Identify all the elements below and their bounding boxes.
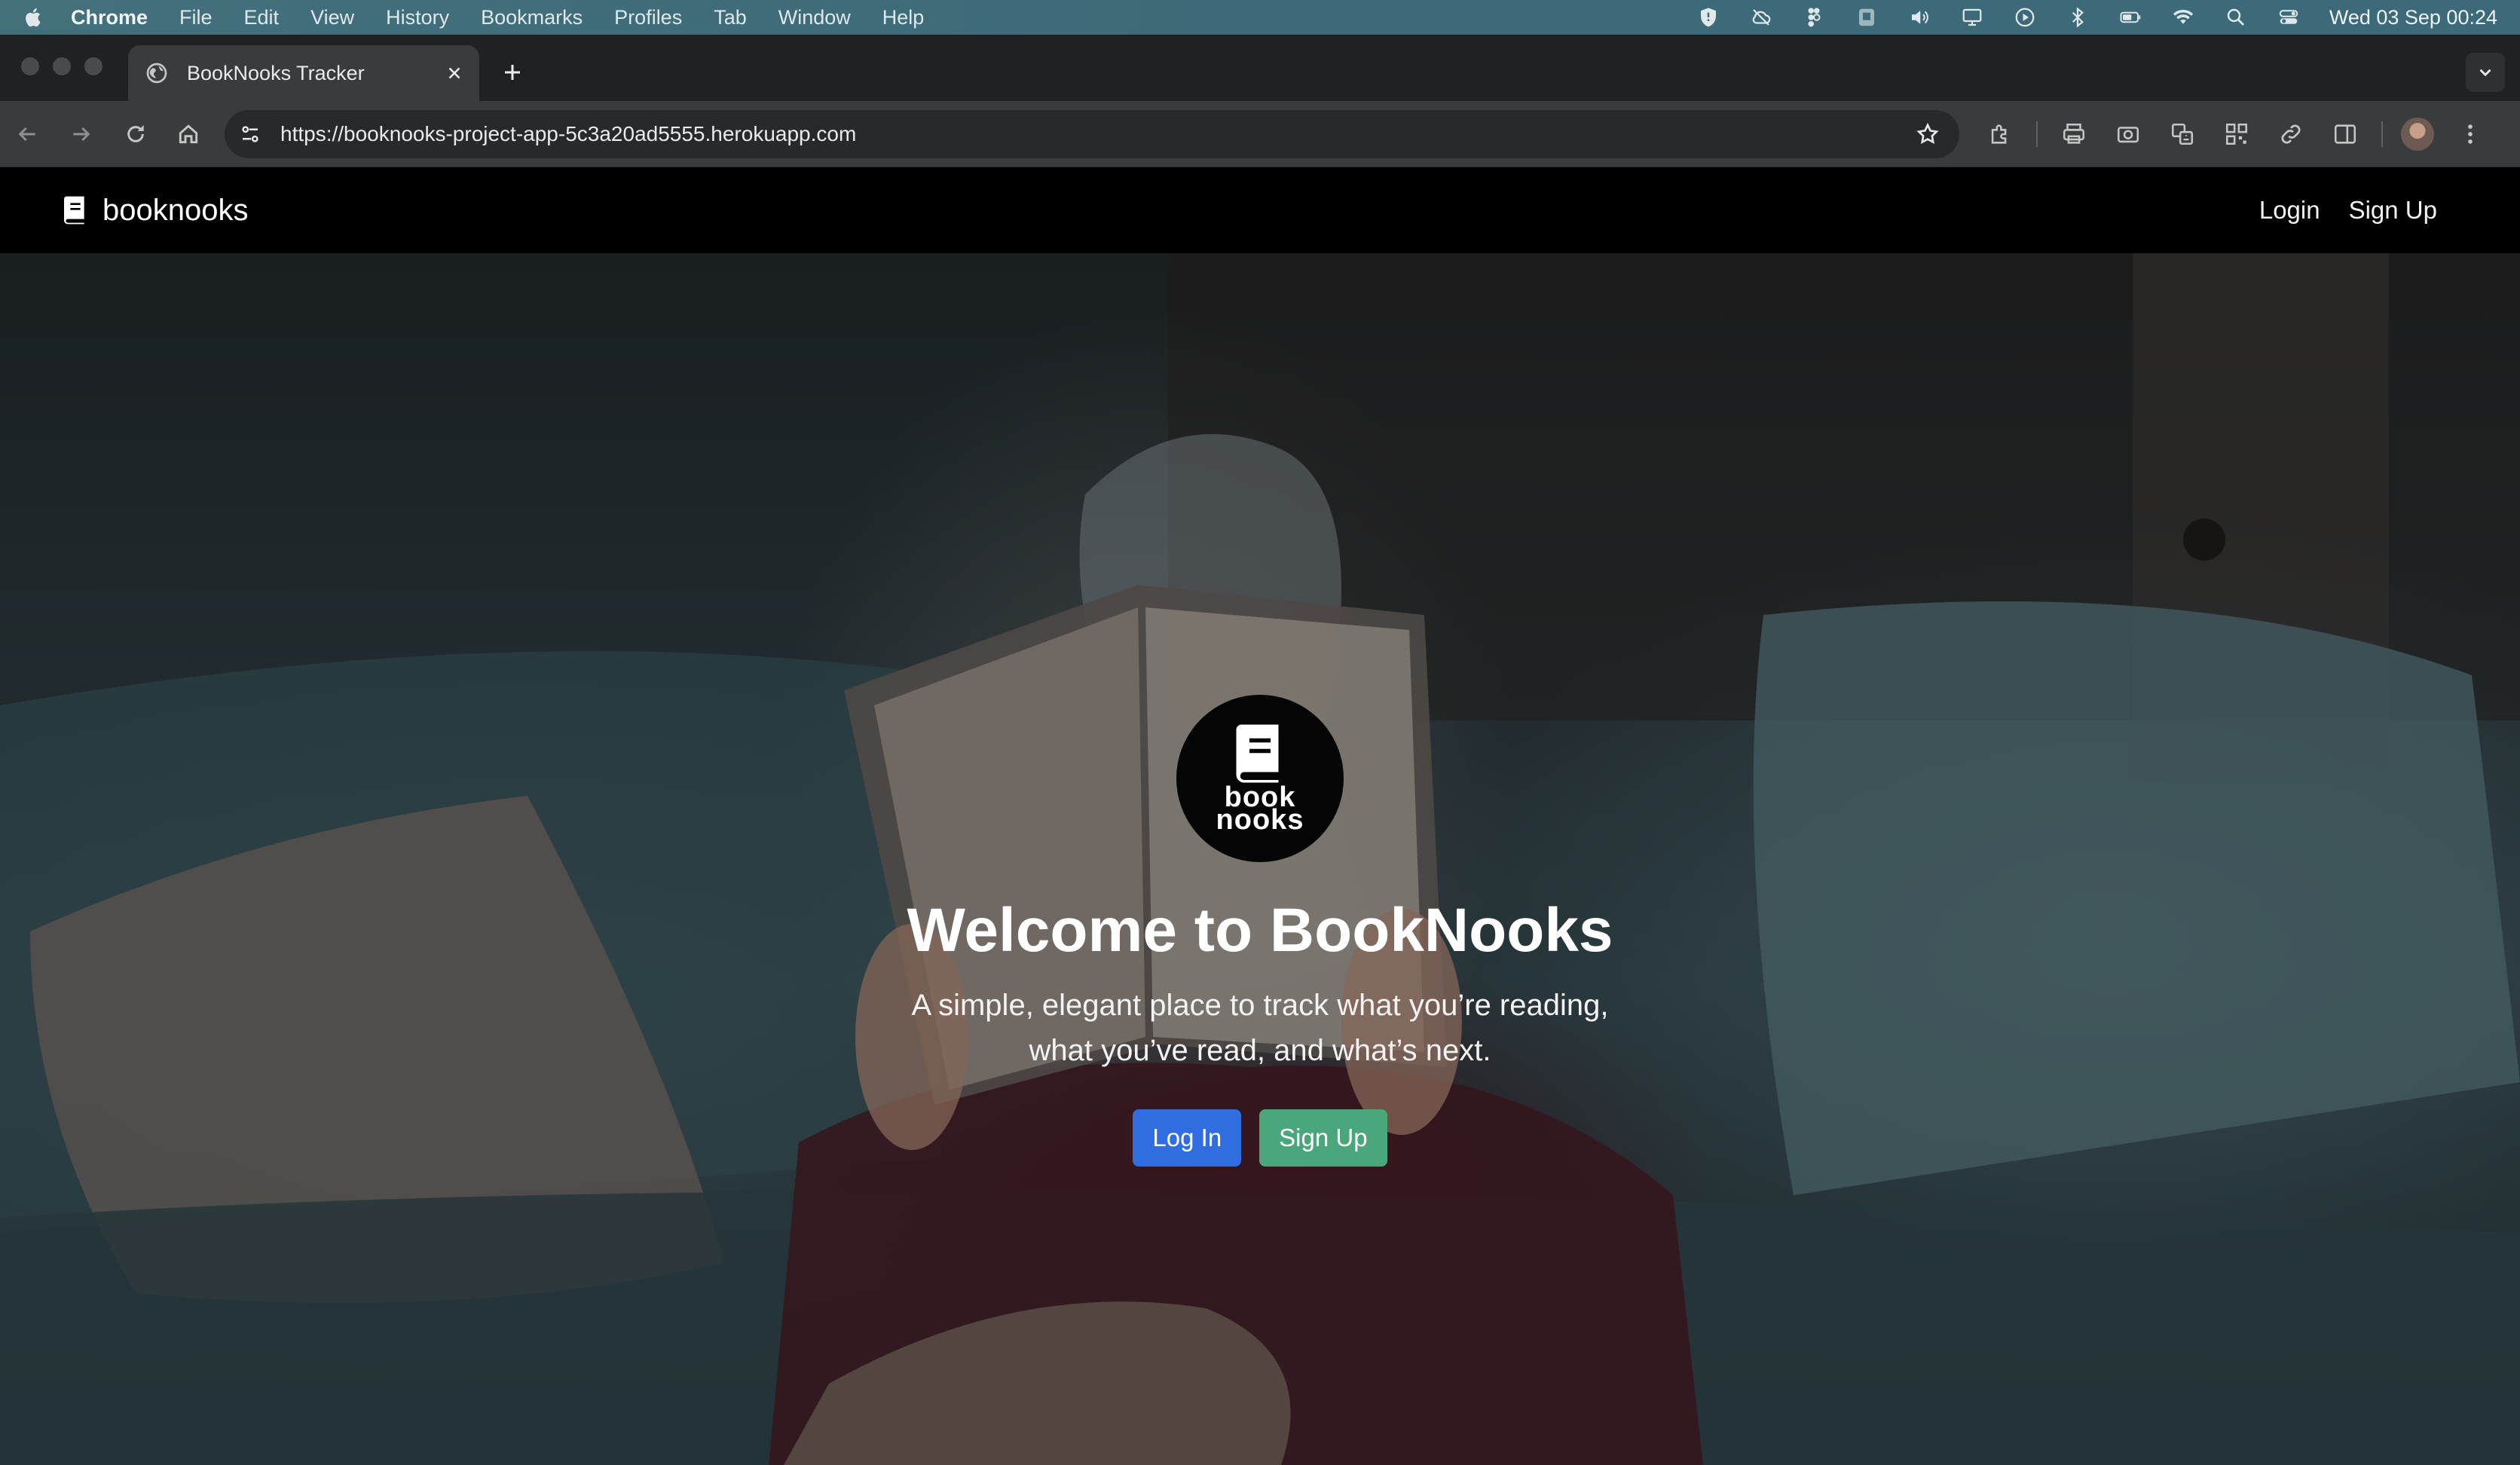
minimize-window-button[interactable] bbox=[53, 57, 71, 75]
volume-icon[interactable] bbox=[1904, 5, 1934, 30]
copy-link-icon[interactable] bbox=[2273, 116, 2309, 152]
signup-button[interactable]: Sign Up bbox=[1259, 1109, 1387, 1167]
translate-icon[interactable] bbox=[2164, 116, 2200, 152]
booknooks-logo: book nooks bbox=[1176, 695, 1344, 862]
new-tab-plus-icon[interactable] bbox=[497, 57, 528, 87]
browser-toolbar: https://booknooks-project-app-5c3a20ad55… bbox=[0, 101, 2520, 167]
login-button[interactable]: Log In bbox=[1133, 1109, 1242, 1167]
play-icon[interactable] bbox=[2010, 5, 2040, 30]
nav-login-link[interactable]: Login bbox=[2259, 196, 2320, 225]
url-text[interactable]: https://booknooks-project-app-5c3a20ad55… bbox=[280, 122, 1913, 146]
tab-search-chevron-down-icon[interactable] bbox=[2466, 53, 2505, 92]
browser-tab-strip: BookNooks Tracker bbox=[0, 35, 2520, 101]
home-icon[interactable] bbox=[172, 118, 205, 151]
print-icon[interactable] bbox=[2056, 116, 2092, 152]
nav-signup-link[interactable]: Sign Up bbox=[2349, 196, 2437, 225]
close-tab-icon[interactable] bbox=[443, 62, 466, 84]
toolbar-divider bbox=[2036, 121, 2038, 147]
bookmark-star-icon[interactable] bbox=[1913, 119, 1943, 149]
logo-book-icon bbox=[1236, 724, 1279, 783]
wifi-icon[interactable] bbox=[2168, 5, 2198, 30]
active-tab[interactable]: BookNooks Tracker bbox=[128, 45, 479, 101]
menu-bar-clock[interactable]: Wed 03 Sep 00:24 bbox=[2329, 6, 2497, 29]
cloud-sync-icon[interactable] bbox=[1746, 5, 1776, 30]
forward-arrow-icon[interactable] bbox=[65, 118, 98, 151]
back-arrow-icon[interactable] bbox=[11, 118, 44, 151]
hero-content: book nooks Welcome to BookNooks A simple… bbox=[0, 253, 2520, 1465]
menu-window[interactable]: Window bbox=[778, 6, 851, 29]
figma-icon[interactable] bbox=[1799, 5, 1829, 30]
reading-mode-icon[interactable] bbox=[2327, 116, 2363, 152]
extensions-puzzle-icon[interactable] bbox=[1982, 116, 2018, 152]
more-menu-vertical-dots-icon[interactable] bbox=[2452, 116, 2488, 152]
globe-favicon-icon bbox=[146, 63, 167, 84]
menu-help[interactable]: Help bbox=[882, 6, 925, 29]
hero-subtitle: A simple, elegant place to track what yo… bbox=[883, 983, 1637, 1073]
apple-logo-icon[interactable] bbox=[23, 6, 45, 29]
site-navbar: booknooks Login Sign Up bbox=[0, 167, 2520, 253]
toolbar-divider bbox=[2381, 121, 2383, 147]
menu-tab[interactable]: Tab bbox=[714, 6, 747, 29]
menu-view[interactable]: View bbox=[310, 6, 354, 29]
spotlight-search-icon[interactable] bbox=[2221, 5, 2251, 30]
display-icon[interactable] bbox=[1957, 5, 1987, 30]
menu-bookmarks[interactable]: Bookmarks bbox=[481, 6, 583, 29]
profile-avatar[interactable] bbox=[2401, 118, 2434, 151]
nav-links: Login Sign Up bbox=[2231, 196, 2437, 225]
hero-subtitle-line-1: A simple, elegant place to track what yo… bbox=[911, 989, 1609, 1022]
hero-subtitle-line-2: what you’ve read, and what’s next. bbox=[1029, 1034, 1491, 1067]
book-icon bbox=[64, 196, 84, 225]
address-bar[interactable]: https://booknooks-project-app-5c3a20ad55… bbox=[225, 110, 1959, 158]
hero-section: book nooks Welcome to BookNooks A simple… bbox=[0, 253, 2520, 1465]
brand-name: booknooks bbox=[102, 193, 249, 227]
menu-edit[interactable]: Edit bbox=[244, 6, 280, 29]
menu-profiles[interactable]: Profiles bbox=[614, 6, 682, 29]
close-window-button[interactable] bbox=[21, 57, 39, 75]
control-center-icon[interactable] bbox=[2274, 5, 2304, 30]
zoom-window-button[interactable] bbox=[84, 57, 102, 75]
bluetooth-icon[interactable] bbox=[2063, 5, 2093, 30]
reload-icon[interactable] bbox=[119, 118, 152, 151]
extensions-toolbar bbox=[1982, 116, 2506, 152]
macos-menu-bar: Chrome File Edit View History Bookmarks … bbox=[0, 0, 2520, 35]
screen-share-icon[interactable] bbox=[1852, 5, 1882, 30]
battery-icon[interactable] bbox=[2115, 5, 2145, 30]
tab-title: BookNooks Tracker bbox=[187, 61, 365, 84]
menu-app-chrome[interactable]: Chrome bbox=[71, 6, 148, 29]
qr-code-icon[interactable] bbox=[2219, 116, 2255, 152]
brand-home-link[interactable]: booknooks bbox=[62, 194, 248, 228]
screenshot-camera-icon[interactable] bbox=[2110, 116, 2146, 152]
menu-file[interactable]: File bbox=[179, 6, 213, 29]
menu-history[interactable]: History bbox=[386, 6, 449, 29]
shield-status-icon[interactable] bbox=[1693, 5, 1723, 30]
page-viewport: booknooks Login Sign Up book nooks Welco… bbox=[0, 167, 2520, 1465]
window-controls bbox=[21, 57, 116, 75]
site-info-tune-icon[interactable] bbox=[235, 119, 265, 149]
logo-word-nooks: nooks bbox=[1216, 804, 1304, 836]
hero-title: Welcome to BookNooks bbox=[907, 896, 1613, 965]
hero-buttons: Log In Sign Up bbox=[1124, 1109, 1396, 1167]
